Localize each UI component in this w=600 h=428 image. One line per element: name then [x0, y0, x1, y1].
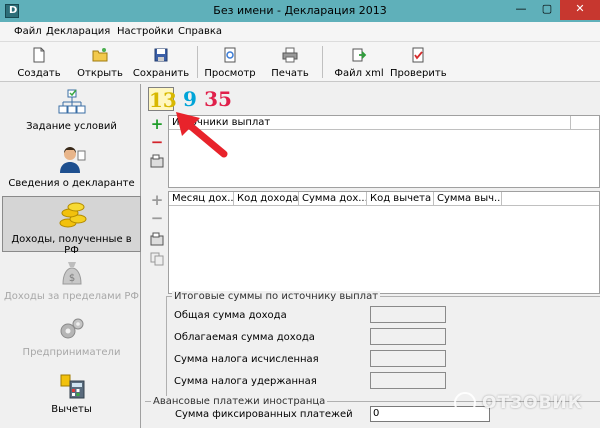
floppy-disk-icon [154, 48, 168, 62]
open-button[interactable]: Открыть [74, 46, 126, 80]
advance-title: Авансовые платежи иностранца [151, 396, 328, 407]
remove-source-button[interactable]: − [150, 135, 164, 150]
income-toolbar: + − [145, 193, 169, 274]
sidebar-item-declarant[interactable]: Сведения о декларанте [2, 141, 141, 197]
income-grid[interactable]: Месяц дох... Код дохода Сумма дох... Код… [168, 191, 600, 294]
sources-grid-header: Источники выплат [169, 116, 599, 130]
tax-rate-13-tab[interactable]: 13 [148, 87, 177, 112]
column-deduction-code[interactable]: Код вычета [367, 192, 434, 206]
title-bar: Без имени - Декларация 2013 — ▢ ✕ [0, 0, 600, 22]
tax-withheld-field [370, 372, 446, 389]
menu-settings[interactable]: Настройки [117, 26, 173, 37]
column-deduction-amount[interactable]: Сумма выч... [434, 192, 502, 206]
add-source-button[interactable]: + [150, 117, 164, 132]
menu-help[interactable]: Справка [178, 26, 222, 37]
column-income-code[interactable]: Код дохода [234, 192, 299, 206]
watermark-logo-icon [454, 392, 476, 414]
tax-calculated-label: Сумма налога исчисленная [174, 354, 319, 365]
column-income-month[interactable]: Месяц дох... [169, 192, 234, 206]
sidebar-item-entrepreneurs[interactable]: Предприниматели [2, 310, 141, 366]
sources-grid[interactable]: Источники выплат [168, 115, 600, 188]
totals-title: Итоговые суммы по источнику выплат [172, 291, 381, 302]
edit-source-icon[interactable] [150, 154, 164, 168]
money-bag-icon: $ [62, 262, 82, 285]
income-grid-header: Месяц дох... Код дохода Сумма дох... Код… [169, 192, 599, 206]
tax-rate-9-tab[interactable]: 9 [181, 87, 199, 111]
tax-rate-35-tab[interactable]: 35 [203, 87, 233, 111]
otzovik-watermark: ОТЗОВИК [450, 386, 598, 422]
tax-calculated-field [370, 350, 446, 367]
total-income-label: Общая сумма дохода [174, 310, 287, 321]
fixed-payments-label: Сумма фиксированных платежей [175, 409, 353, 420]
printer-icon [282, 47, 298, 63]
toolbar-separator [322, 46, 323, 78]
taxable-income-field [370, 328, 446, 345]
xml-file-button[interactable]: Файл xml [334, 46, 384, 80]
maximize-button[interactable]: ▢ [534, 0, 560, 20]
minimize-button[interactable]: — [508, 0, 534, 20]
sources-toolbar: + − [145, 117, 169, 178]
preview-icon [224, 47, 236, 63]
toolbar-separator [197, 46, 198, 78]
menu-bar: Файл Декларация Настройки Справка [0, 22, 600, 42]
menu-file[interactable]: Файл [14, 26, 42, 37]
person-icon [60, 147, 86, 173]
new-document-icon [33, 47, 45, 63]
taxable-income-label: Облагаемая сумма дохода [174, 332, 315, 343]
sidebar-item-conditions[interactable]: Задание условий [2, 84, 141, 140]
preview-button[interactable]: Просмотр [202, 46, 258, 80]
sidebar: Задание условий Сведения о декларанте До… [2, 84, 141, 428]
print-button[interactable]: Печать [268, 46, 312, 80]
add-income-button[interactable]: + [150, 193, 164, 208]
check-button[interactable]: Проверить [390, 46, 447, 80]
create-button[interactable]: Создать [16, 46, 62, 80]
svg-text:$: $ [69, 273, 75, 284]
sidebar-item-income-abroad[interactable]: $ Доходы за пределами РФ [2, 254, 141, 310]
check-document-icon [412, 47, 424, 63]
red-arrow-annotation [176, 112, 228, 158]
remove-income-button[interactable]: − [150, 211, 164, 226]
menu-declaration[interactable]: Декларация [46, 26, 110, 37]
tax-withheld-label: Сумма налога удержанная [174, 376, 317, 387]
close-button[interactable]: ✕ [560, 0, 600, 20]
column-income-amount[interactable]: Сумма дох... [299, 192, 367, 206]
coins-icon [59, 202, 87, 228]
copy-income-icon[interactable] [150, 252, 164, 266]
gears-icon [60, 318, 84, 339]
sidebar-item-deductions[interactable]: Вычеты [2, 367, 141, 423]
tree-diagram-icon [58, 89, 86, 114]
calculator-icon [60, 374, 85, 399]
total-income-field [370, 306, 446, 323]
edit-income-icon[interactable] [150, 232, 164, 246]
totals-group: Итоговые суммы по источнику выплат Общая… [166, 291, 600, 396]
open-folder-icon [92, 48, 108, 62]
save-button[interactable]: Сохранить [132, 46, 190, 80]
export-xml-icon [352, 48, 367, 62]
toolbar: Создать Открыть Сохранить Просмотр Печат… [0, 42, 600, 82]
sidebar-item-income-rf[interactable]: Доходы, полученные в РФ [2, 196, 141, 256]
